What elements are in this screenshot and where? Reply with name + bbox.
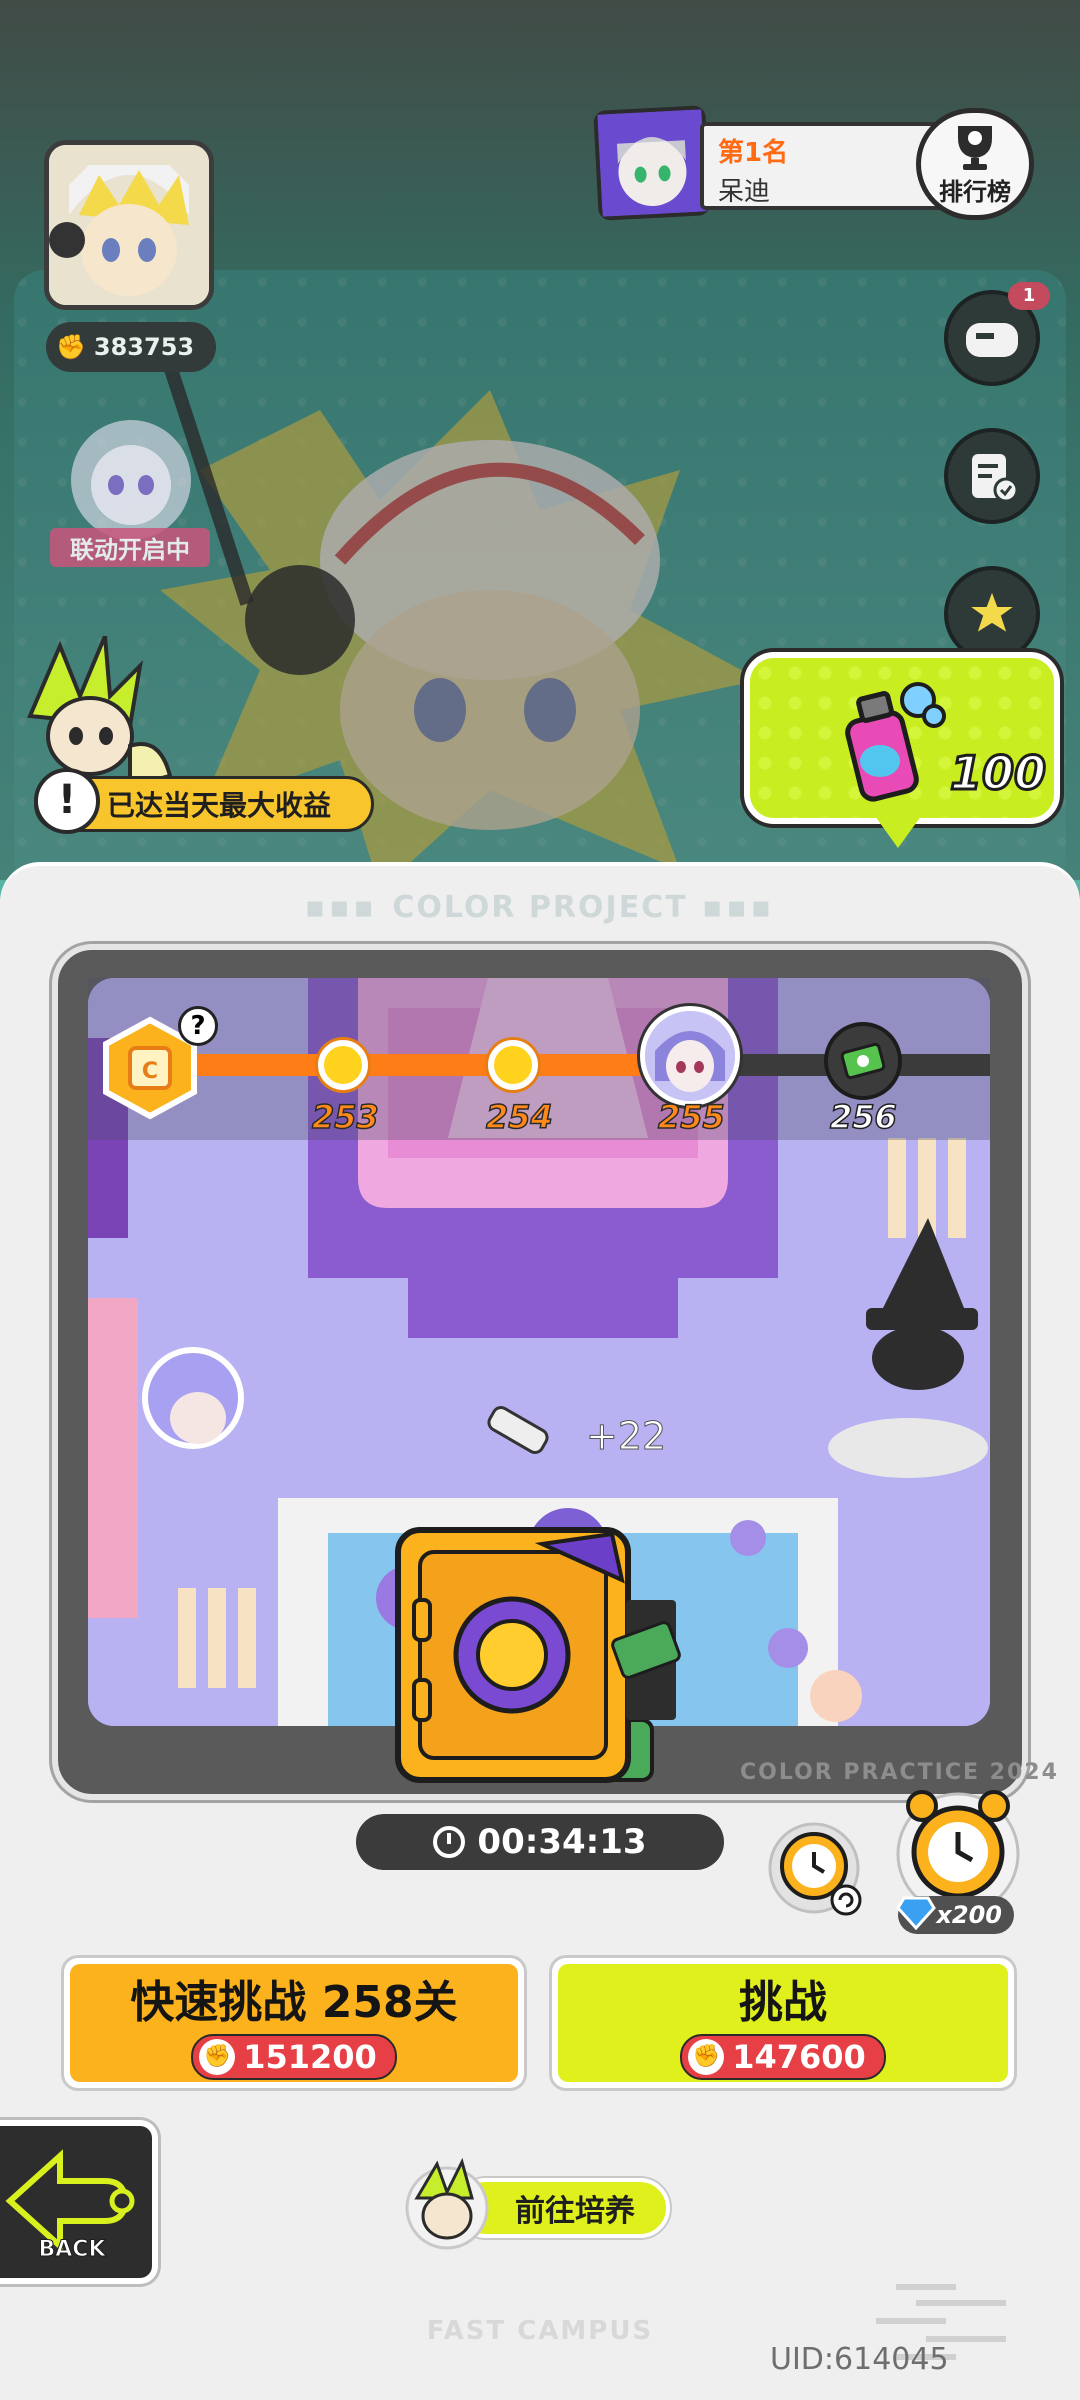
ranking-card[interactable]: 第1名 呆迪 排行榜: [593, 105, 1036, 221]
star-hand-icon: [964, 587, 1020, 637]
alarm-refresh-button[interactable]: [762, 1810, 866, 1920]
paint-gain: +22: [585, 1414, 667, 1459]
stage-label-256: 256: [829, 1097, 897, 1137]
boss-stage-avatar: [640, 1006, 740, 1106]
cultivate-button[interactable]: 前往培养: [402, 2158, 672, 2250]
leaderboard-label: 排行榜: [939, 178, 1011, 206]
stage-label-253: 253: [311, 1097, 379, 1137]
countdown-value: 00:34:13: [477, 1822, 647, 1862]
challenge-button[interactable]: 挑战 ✊ 147600: [552, 1958, 1014, 2088]
challenge-cost-value: 147600: [732, 2038, 866, 2076]
back-button[interactable]: BACK: [0, 2120, 158, 2284]
leaderboard-button[interactable]: 排行榜: [916, 108, 1034, 220]
title-dots-left: ▪▪▪: [304, 890, 393, 925]
quick-challenge-label: 快速挑战 258关: [130, 1977, 458, 2028]
stage-node-254: [488, 1040, 538, 1090]
player-avatar[interactable]: [44, 140, 214, 310]
svg-text:C: C: [142, 1059, 158, 1084]
mailbox-icon: [966, 323, 1018, 357]
challenge-label: 挑战: [739, 1977, 827, 2028]
top-player-avatar: [593, 105, 711, 221]
treasure-safe-icon[interactable]: [392, 1520, 692, 1800]
ranking-position: 第1名: [718, 138, 789, 168]
tasks-button[interactable]: [944, 428, 1040, 524]
alert-icon: !: [34, 768, 100, 834]
cultivate-character-icon: [405, 2158, 489, 2250]
spray-can-icon: [845, 682, 946, 802]
sheet-title: ▪▪▪ COLOR PROJECT ▪▪▪: [0, 890, 1080, 925]
collab-event-label: 联动开启中: [50, 528, 210, 567]
clock-icon: [433, 1826, 466, 1858]
countdown-timer: 00:34:13: [356, 1814, 724, 1870]
progress-completed: [190, 1054, 690, 1076]
combat-power-value: 383753: [93, 333, 195, 361]
player-avatar-art: [49, 145, 209, 305]
fist-icon: ✊: [56, 333, 86, 361]
quick-challenge-cost-value: 151200: [243, 2038, 377, 2076]
checklist-icon: [972, 454, 1019, 503]
user-id: UID:614045: [770, 2342, 949, 2377]
activity-button[interactable]: [944, 566, 1040, 662]
help-icon[interactable]: ?: [178, 1006, 218, 1046]
diamond-icon: [896, 1896, 936, 1930]
fist-icon: ✊: [199, 2039, 236, 2075]
cash-icon: [840, 1042, 886, 1080]
trophy-icon: [958, 126, 992, 170]
guide-character: [27, 636, 173, 789]
combat-power: ✊ 383753: [46, 322, 216, 372]
ranking-info: 第1名 呆迪: [700, 122, 950, 210]
quick-challenge-cost: ✊ 151200: [191, 2034, 397, 2080]
fist-icon: ✊: [688, 2039, 725, 2075]
sheet-title-text: COLOR PROJECT: [392, 890, 688, 925]
stage-label-255: 255: [657, 1097, 725, 1137]
paint-reward-amount: 100: [948, 745, 1047, 802]
cash-reward-node: [824, 1022, 902, 1100]
paint-bubble-tail: [872, 812, 924, 848]
title-dots-right: ▪▪▪: [687, 890, 776, 925]
challenge-cost: ✊ 147600: [680, 2034, 886, 2080]
stage-node-253: [318, 1040, 368, 1090]
ranking-player-name: 呆迪: [718, 177, 771, 207]
quick-challenge-button[interactable]: 快速挑战 258关 ✊ 151200: [64, 1958, 524, 2088]
mail-badge: 1: [1008, 282, 1050, 310]
back-arrow-icon: BACK: [5, 2149, 135, 2263]
stage-label-254: 254: [485, 1097, 553, 1137]
back-label: BACK: [39, 2237, 107, 2262]
